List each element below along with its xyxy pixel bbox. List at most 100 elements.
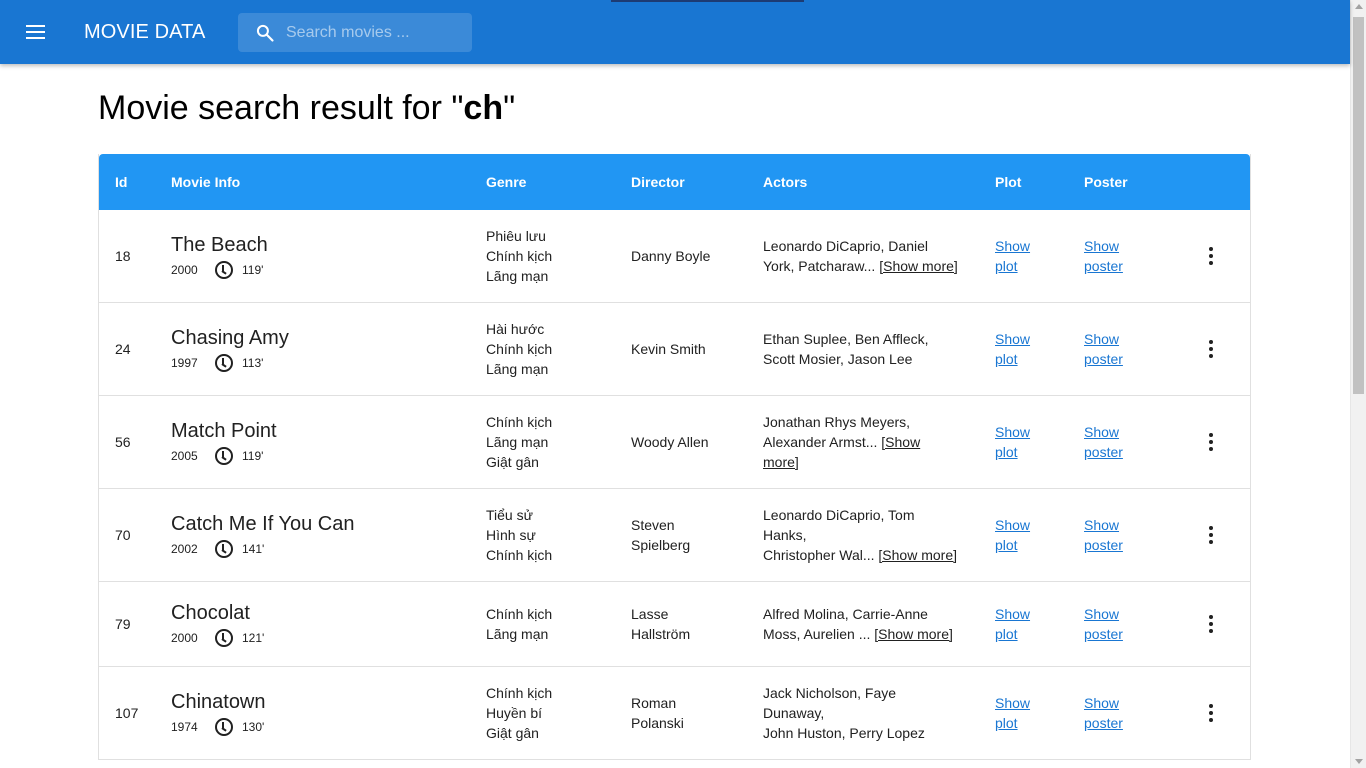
more-vert-icon[interactable] (1209, 339, 1213, 360)
show-poster-link-line2[interactable]: poster (1084, 713, 1154, 733)
table-row: 70 Catch Me If You Can 2002 141' Tiểu sử… (99, 489, 1250, 582)
column-header-plot: Plot (995, 174, 1022, 190)
movie-title: The Beach (171, 234, 268, 256)
movie-year: 2002 (171, 542, 198, 556)
more-vert-icon[interactable] (1209, 432, 1213, 453)
show-plot-link-line1[interactable]: Show (995, 604, 1055, 624)
page-scrollbar[interactable] (1350, 0, 1366, 768)
show-more-link[interactable]: [Show more] (879, 258, 958, 274)
more-vert-icon[interactable] (1209, 703, 1213, 724)
actors-text: Scott Mosier, Jason Lee (763, 351, 913, 367)
app-title[interactable]: MOVIE DATA (84, 20, 205, 44)
show-poster-link-line2[interactable]: poster (1084, 535, 1154, 555)
row-id: 79 (115, 616, 131, 632)
scroll-up-arrow-icon[interactable] (1355, 4, 1363, 9)
show-poster-link[interactable]: Show poster (1084, 396, 1154, 488)
show-plot-link-line1[interactable]: Show (995, 693, 1055, 713)
clock-icon (215, 540, 233, 558)
movie-meta: 2002 141' (171, 540, 471, 558)
show-poster-link-line1[interactable]: Show (1084, 693, 1154, 713)
page-title: Movie search result for "ch" (98, 88, 515, 128)
movie-info: Chinatown 1974 130' (171, 667, 471, 759)
table-header: Id Movie Info Genre Director Actors Plot… (99, 154, 1250, 210)
search-query: ch (463, 89, 504, 127)
more-options-button[interactable] (1201, 667, 1221, 759)
genre-label: Lãng mạn (486, 626, 549, 642)
show-plot-link-line2[interactable]: plot (995, 256, 1055, 276)
show-more-link-cont[interactable]: more] (763, 454, 799, 470)
director-name: Polanski (631, 715, 684, 731)
movie-meta: 1974 130' (171, 718, 471, 736)
scroll-down-arrow-icon[interactable] (1355, 759, 1363, 764)
show-plot-link[interactable]: Show plot (995, 303, 1055, 395)
search-input[interactable] (286, 13, 466, 52)
menu-icon[interactable] (24, 20, 48, 44)
show-poster-link-line1[interactable]: Show (1084, 329, 1154, 349)
genre-label: Hình sự (486, 527, 536, 543)
show-plot-link-line2[interactable]: plot (995, 349, 1055, 369)
show-plot-link-line1[interactable]: Show (995, 329, 1055, 349)
more-options-button[interactable] (1201, 582, 1221, 666)
show-plot-link[interactable]: Show plot (995, 582, 1055, 666)
show-poster-link-line2[interactable]: poster (1084, 442, 1154, 462)
show-poster-link[interactable]: Show poster (1084, 667, 1154, 759)
show-more-link[interactable]: [Show (881, 434, 920, 450)
movie-year: 2000 (171, 263, 198, 277)
table-row: 24 Chasing Amy 1997 113' Hài hước Chính k… (99, 303, 1250, 396)
show-poster-link-line1[interactable]: Show (1084, 604, 1154, 624)
movie-title: Chasing Amy (171, 327, 289, 349)
show-poster-link-line2[interactable]: poster (1084, 349, 1154, 369)
show-plot-link[interactable]: Show plot (995, 210, 1055, 302)
show-poster-link[interactable]: Show poster (1084, 210, 1154, 302)
movie-info: Match Point 2005 119' (171, 396, 471, 488)
scrollbar-thumb[interactable] (1353, 17, 1364, 394)
show-more-link[interactable]: [Show more] (878, 547, 957, 563)
actors-text: Hanks, (763, 527, 807, 543)
genre-label: Hài hước (486, 321, 545, 337)
movie-year: 1974 (171, 720, 198, 734)
show-poster-link-line1[interactable]: Show (1084, 236, 1154, 256)
show-poster-link-line1[interactable]: Show (1084, 422, 1154, 442)
show-plot-link-line2[interactable]: plot (995, 624, 1055, 644)
more-vert-icon[interactable] (1209, 525, 1213, 546)
show-poster-link-line1[interactable]: Show (1084, 515, 1154, 535)
show-plot-link[interactable]: Show plot (995, 667, 1055, 759)
actors-text: Jonathan Rhys Meyers, (763, 414, 911, 430)
genre-list: Chính kịch Lãng mạn Giật gân (486, 396, 616, 488)
show-plot-link-line2[interactable]: plot (995, 442, 1055, 462)
actors-text: York, Patcharaw... (763, 258, 876, 274)
row-id: 18 (115, 248, 131, 264)
show-poster-link[interactable]: Show poster (1084, 489, 1154, 581)
more-vert-icon[interactable] (1209, 246, 1213, 267)
actors-cell: Leonardo DiCaprio, Daniel York, Patcharaw… (763, 210, 978, 302)
genre-list: Hài hước Chính kịch Lãng mạn (486, 303, 616, 395)
column-header-poster: Poster (1084, 174, 1128, 190)
search-icon[interactable] (255, 23, 275, 43)
more-vert-icon[interactable] (1209, 614, 1213, 635)
more-options-button[interactable] (1201, 303, 1221, 395)
show-plot-link[interactable]: Show plot (995, 396, 1055, 488)
more-options-button[interactable] (1201, 210, 1221, 302)
actors-text: John Huston, Perry Lopez (763, 725, 925, 741)
actors-text: Alfred Molina, Carrie-Anne (763, 606, 928, 622)
more-options-button[interactable] (1201, 396, 1221, 488)
show-plot-link-line1[interactable]: Show (995, 236, 1055, 256)
show-poster-link[interactable]: Show poster (1084, 303, 1154, 395)
table-row: 56 Match Point 2005 119' Chính kịch Lãng … (99, 396, 1250, 489)
show-poster-link-line2[interactable]: poster (1084, 624, 1154, 644)
actors-cell: Jonathan Rhys Meyers, Alexander Armst... … (763, 396, 978, 488)
actors-text: Jack Nicholson, Faye (763, 685, 897, 701)
show-poster-link[interactable]: Show poster (1084, 582, 1154, 666)
show-plot-link-line1[interactable]: Show (995, 422, 1055, 442)
show-plot-link-line2[interactable]: plot (995, 535, 1055, 555)
actors-text: Leonardo DiCaprio, Daniel (763, 238, 928, 254)
show-poster-link-line2[interactable]: poster (1084, 256, 1154, 276)
show-plot-link-line1[interactable]: Show (995, 515, 1055, 535)
show-plot-link-line2[interactable]: plot (995, 713, 1055, 733)
genre-label: Tiểu sử (486, 507, 533, 523)
movie-title: Catch Me If You Can (171, 513, 355, 535)
more-options-button[interactable] (1201, 489, 1221, 581)
show-plot-link[interactable]: Show plot (995, 489, 1055, 581)
show-more-link[interactable]: [Show more] (874, 626, 953, 642)
row-id: 56 (115, 434, 131, 450)
